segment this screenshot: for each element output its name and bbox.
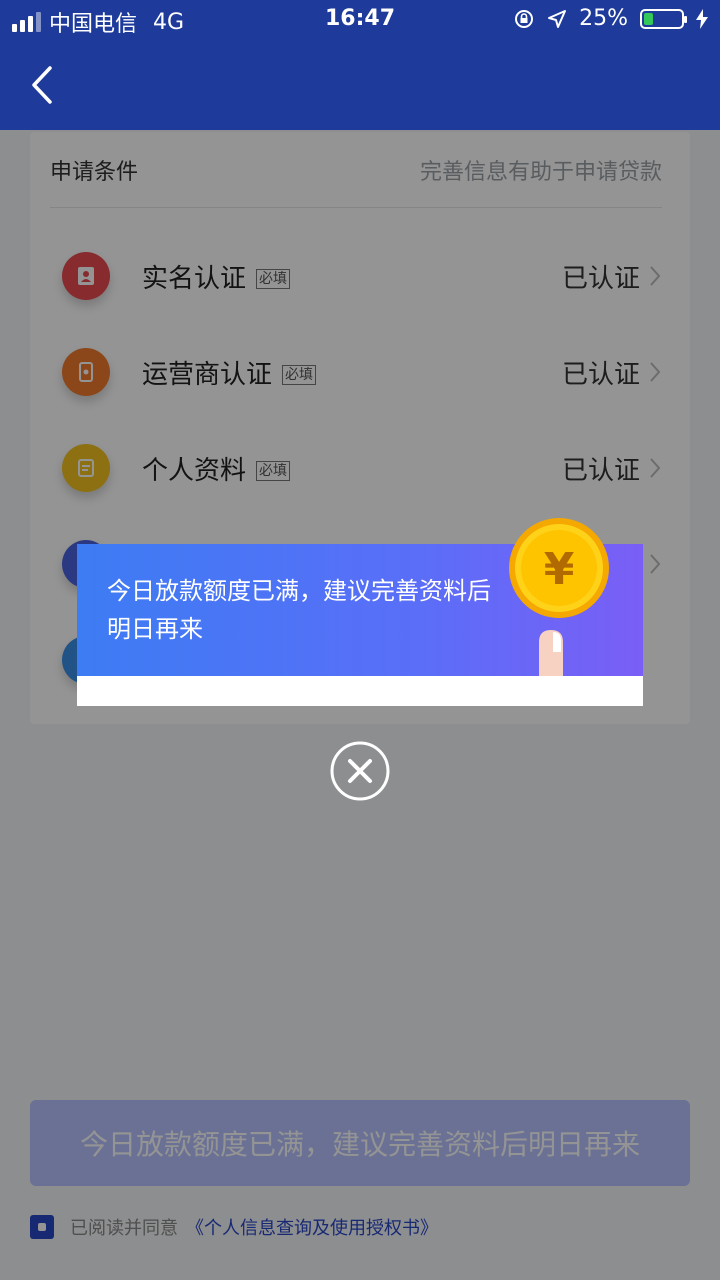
yuan-coin-icon: ¥: [509, 518, 609, 618]
location-icon: [548, 9, 567, 28]
modal-footer: [77, 676, 643, 706]
modal-message: 今日放款额度已满，建议完善资料后明日再来: [107, 577, 491, 643]
quota-full-modal: 今日放款额度已满，建议完善资料后明日再来 ¥: [77, 518, 643, 706]
battery-percent: 25%: [579, 6, 628, 31]
charging-icon: [696, 8, 708, 29]
rotation-lock-icon: [515, 9, 534, 28]
coin-symbol: ¥: [544, 544, 575, 595]
nav-bar: [0, 40, 720, 130]
back-arrow-icon[interactable]: [24, 62, 64, 108]
status-bar: 中国电信 4G 16:47 25%: [0, 0, 720, 40]
close-icon[interactable]: [329, 740, 391, 802]
finger-icon: [539, 630, 563, 676]
status-right: 25%: [513, 6, 708, 31]
battery-icon: [640, 8, 687, 29]
